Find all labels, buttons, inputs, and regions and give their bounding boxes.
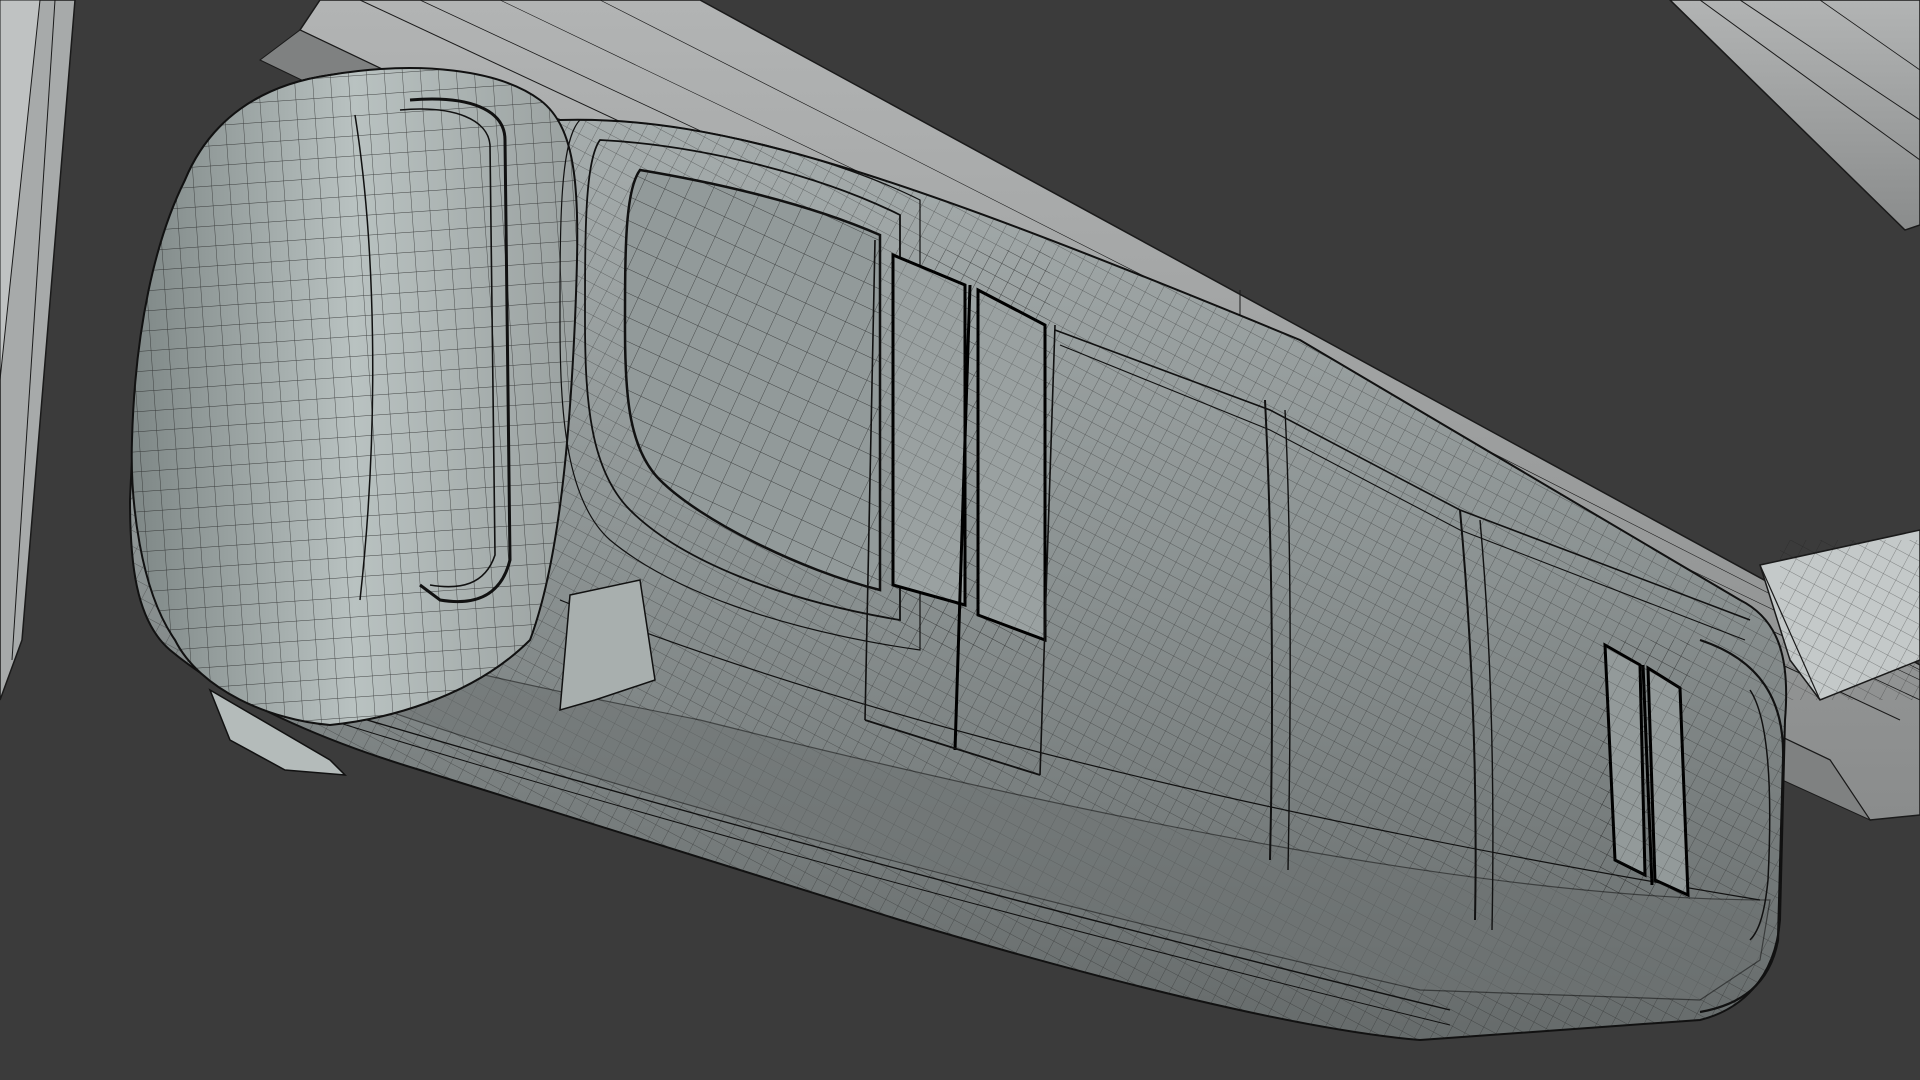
3d-viewport[interactable] (0, 0, 1920, 1080)
door-rear[interactable] (1600, 640, 1690, 900)
left-support-column[interactable] (0, 0, 76, 701)
right-cross-beam[interactable] (1668, 0, 1920, 231)
viewport-canvas (0, 0, 1920, 1042)
